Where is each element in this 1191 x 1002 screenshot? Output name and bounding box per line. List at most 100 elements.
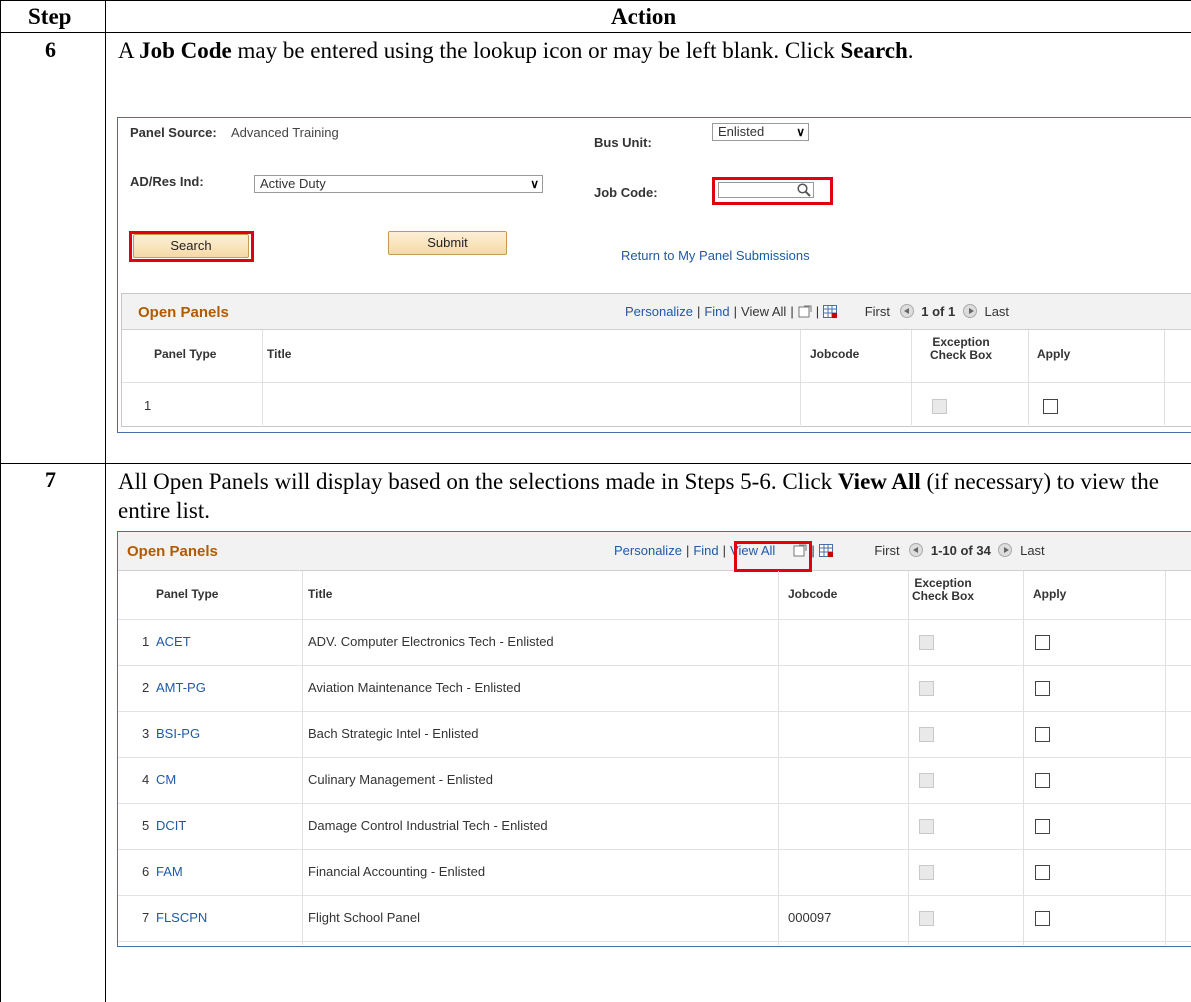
grid-row-divider (118, 941, 1191, 942)
panel-source-value: Advanced Training (231, 125, 339, 140)
last-label[interactable]: Last (1020, 543, 1045, 558)
row-title: Culinary Management - Enlisted (308, 772, 493, 787)
apply-checkbox[interactable] (1035, 819, 1050, 834)
grid-col-divider (1023, 571, 1024, 945)
next-icon[interactable] (998, 543, 1013, 557)
step-6-text-pre: A (118, 38, 140, 63)
grid-col-divider (302, 571, 303, 945)
download-grid-icon[interactable] (818, 544, 833, 557)
view-all-link[interactable]: View All (741, 304, 786, 319)
row-number: 3 (142, 726, 150, 741)
find-link[interactable]: Find (693, 543, 718, 558)
panel-search-screenshot: Panel Source: Advanced Training Bus Unit… (117, 117, 1191, 433)
row-number: 4 (142, 772, 150, 787)
table-row-border (0, 463, 1191, 464)
row-panel-type-link[interactable]: CM (156, 772, 176, 787)
open-panels-grid-2: Open Panels Personalize | Find | View All | F… (117, 531, 1191, 947)
row-panel-type-link[interactable]: DCIT (156, 818, 186, 833)
row-panel-type-link[interactable]: FAM (156, 864, 183, 879)
panel-source-label: Panel Source: (130, 125, 217, 140)
last-label[interactable]: Last (984, 304, 1009, 319)
first-label[interactable]: First (874, 543, 899, 558)
column-header-panel-type: Panel Type (156, 587, 219, 601)
grid-col-divider (262, 330, 263, 425)
table-left-border (0, 0, 1, 1002)
column-header-title: Title (308, 587, 333, 601)
row-title: Damage Control Industrial Tech - Enliste… (308, 818, 548, 833)
return-to-my-panel-submissions-link[interactable]: Return to My Panel Submissions (621, 248, 810, 263)
adres-select[interactable]: Active Duty ∨ (254, 175, 543, 193)
step-6-text-mid: may be entered using the lookup icon or … (231, 38, 841, 63)
apply-checkbox[interactable] (1035, 681, 1050, 696)
range-label: 1 of 1 (921, 304, 956, 319)
exception-checkbox (919, 911, 934, 926)
open-panels-grid-1: Open Panels Personalize | Find | View All | | … (121, 293, 1191, 427)
row-panel-type-link[interactable]: FLSCPN (156, 910, 207, 925)
grid-col-divider (1165, 571, 1166, 945)
range-label: 1-10 of 34 (930, 543, 991, 558)
row-title: Financial Accounting - Enlisted (308, 864, 486, 879)
adres-value: Active Duty (260, 176, 326, 191)
apply-checkbox[interactable] (1035, 773, 1050, 788)
step-7-instruction: All Open Panels will display based on th… (118, 467, 1178, 525)
row-panel-type-link[interactable]: BSI-PG (156, 726, 200, 741)
table-top-border (0, 0, 1191, 1)
document-page: Step Action 6 A Job Code may be entered … (0, 0, 1191, 1002)
column-header-jobcode: Jobcode (810, 347, 860, 361)
column-header-apply: Apply (1037, 347, 1071, 361)
chevron-down-icon: ∨ (530, 177, 539, 191)
grid-toolbar: Personalize | Find | View All | First 1-10 of… (614, 543, 1045, 558)
previous-icon[interactable] (899, 304, 914, 318)
apply-checkbox[interactable] (1035, 865, 1050, 880)
grid-row-divider (118, 665, 1191, 666)
step-6-bold-search: Search (840, 38, 908, 63)
row-panel-type-link[interactable]: ACET (156, 634, 191, 649)
column-header-title: Title (267, 347, 292, 361)
row-number: 5 (142, 818, 150, 833)
apply-checkbox[interactable] (1035, 635, 1050, 650)
row-number: 1 (144, 398, 152, 413)
step-6-text-post: . (907, 38, 914, 63)
submit-button[interactable]: Submit (388, 231, 507, 255)
apply-checkbox[interactable] (1035, 727, 1050, 742)
job-code-highlight (712, 177, 833, 205)
bus-unit-value: Enlisted (718, 124, 765, 139)
view-all-highlight (734, 541, 812, 572)
row-panel-type-link[interactable]: AMT-PG (156, 680, 206, 695)
first-label[interactable]: First (865, 304, 890, 319)
personalize-link[interactable]: Personalize (625, 304, 693, 319)
step-7-number: 7 (45, 467, 56, 492)
grid-col-divider (911, 330, 912, 425)
adres-label: AD/Res Ind: (130, 174, 204, 189)
download-grid-icon[interactable] (823, 305, 838, 318)
row-title: ADV. Computer Electronics Tech - Enliste… (308, 634, 554, 649)
bus-unit-label: Bus Unit: (594, 135, 652, 150)
exception-checkbox (919, 865, 934, 880)
previous-icon[interactable] (909, 543, 924, 557)
job-code-label: Job Code: (594, 185, 658, 200)
table-header-border (0, 32, 1191, 33)
grid-title: Open Panels (127, 543, 218, 560)
grid-row-divider (118, 895, 1191, 896)
chevron-down-icon: ∨ (796, 125, 805, 139)
step-column-header: Step (28, 4, 72, 29)
row-number: 7 (142, 910, 150, 925)
column-header-exception: Exception Check Box (911, 576, 975, 603)
exception-checkbox (919, 773, 934, 788)
next-icon[interactable] (962, 304, 977, 318)
row-number: 1 (142, 634, 150, 649)
apply-checkbox[interactable] (1035, 911, 1050, 926)
step-6-bold-jobcode: Job Code (139, 38, 232, 63)
bus-unit-select[interactable]: Enlisted ∨ (712, 123, 809, 141)
row-jobcode: 000097 (788, 910, 832, 925)
new-window-icon[interactable] (798, 305, 812, 318)
row-number: 2 (142, 680, 150, 695)
grid-row-divider (118, 711, 1191, 712)
exception-checkbox (919, 819, 934, 834)
find-link[interactable]: Find (704, 304, 729, 319)
apply-checkbox[interactable] (1043, 399, 1058, 414)
grid-row-divider (122, 382, 1191, 383)
grid-header-bar: Open Panels Personalize | Find | View All | | … (122, 294, 1191, 330)
column-header-apply: Apply (1033, 587, 1067, 601)
personalize-link[interactable]: Personalize (614, 543, 682, 558)
